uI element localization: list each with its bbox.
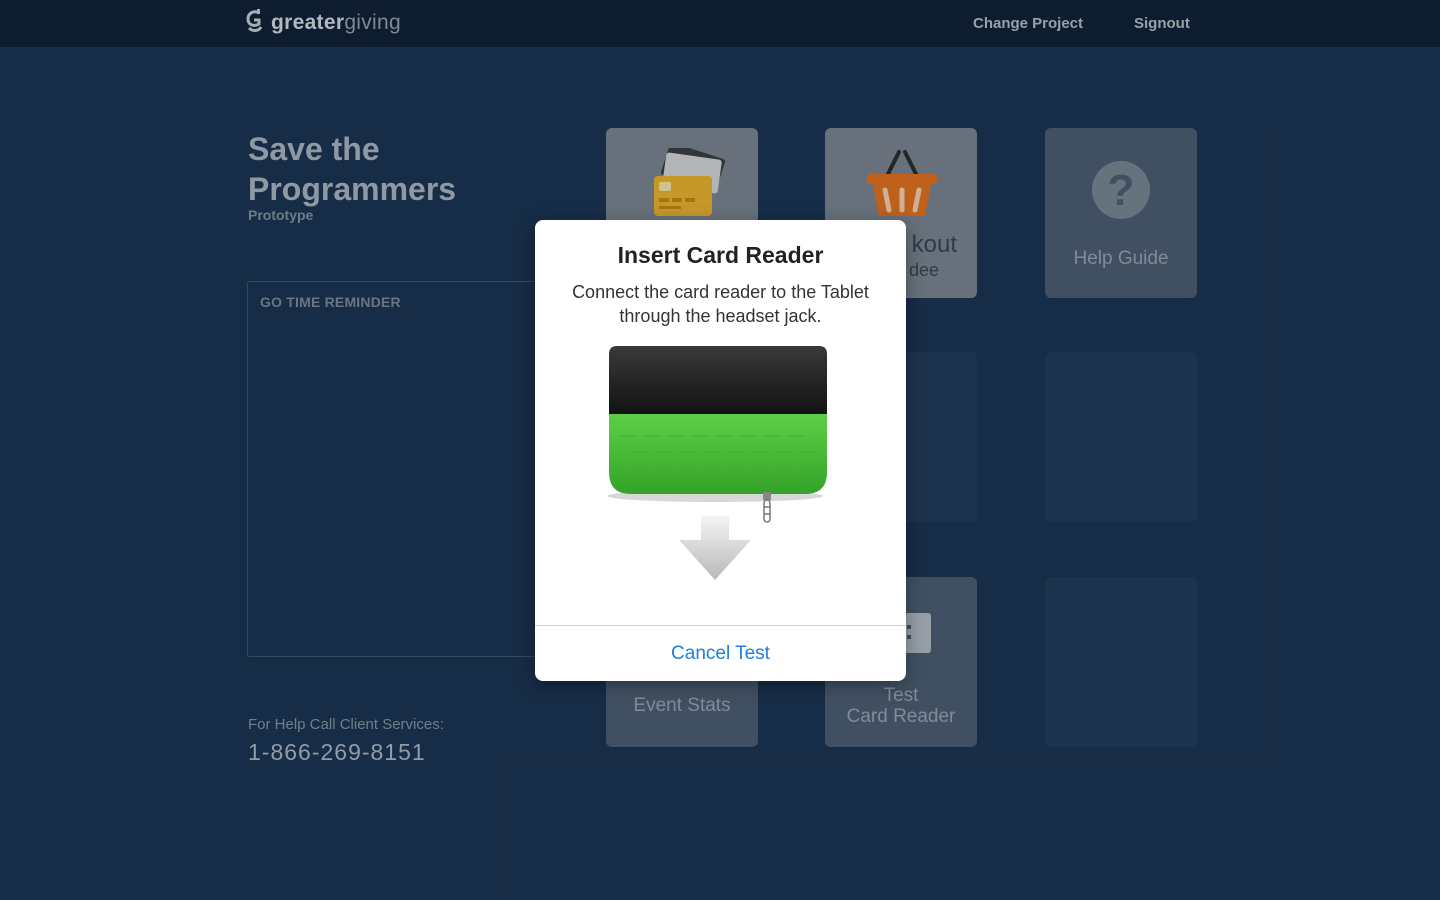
card-reader-illustration-icon	[607, 346, 827, 580]
insert-card-reader-dialog: Insert Card Reader Connect the card read…	[535, 220, 906, 681]
dialog-title: Insert Card Reader	[617, 242, 824, 268]
dialog-message: Connect the card reader to the Tablet th…	[572, 282, 869, 326]
cancel-test-button[interactable]: Cancel Test	[535, 626, 906, 681]
